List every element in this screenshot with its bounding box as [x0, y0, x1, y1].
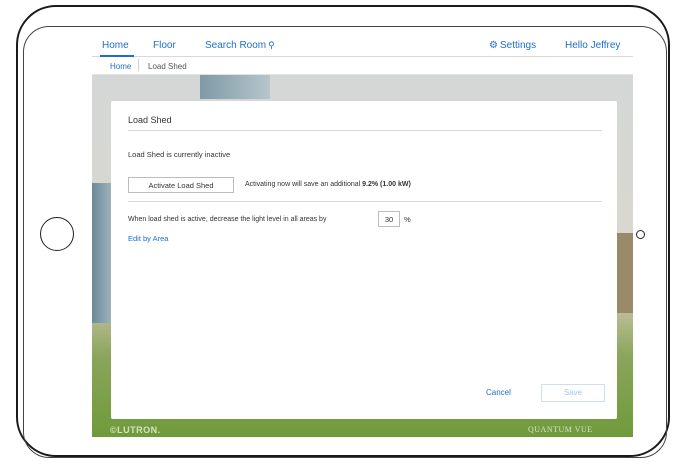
nav-settings[interactable]: ⚙ Settings [489, 40, 536, 51]
lutron-logo: ©LUTRON. [110, 425, 161, 435]
load-shed-panel: Load Shed Load Shed is currently inactiv… [111, 101, 617, 419]
breadcrumb-home[interactable]: Home [110, 62, 131, 71]
load-shed-status: Load Shed is currently inactive [128, 150, 231, 159]
savings-note: Activating now will save an additional 9… [245, 181, 411, 188]
divider [128, 130, 602, 131]
cancel-button[interactable]: Cancel [486, 388, 511, 397]
savings-note-text: Activating now will save an additional [245, 181, 361, 188]
search-icon: ⚲ [268, 40, 275, 50]
quantum-vue-logo: QUANTUM VUE [528, 425, 593, 434]
savings-value: 9.2% (1.00 kW) [362, 181, 411, 188]
tablet-home-button[interactable] [40, 217, 74, 251]
percent-unit: % [404, 215, 411, 224]
nav-home[interactable]: Home [102, 40, 129, 51]
nav-search-room[interactable]: Search Room ⚲ [205, 40, 275, 51]
top-navigation: Home Floor Search Room ⚲ ⚙ Settings Hello … [92, 33, 633, 57]
decrease-level-label: When load shed is active, decrease the l… [128, 216, 327, 223]
divider [128, 201, 602, 202]
tablet-camera [636, 230, 645, 239]
save-button[interactable]: Save [541, 384, 605, 402]
breadcrumb: Home Load Shed [92, 57, 633, 75]
nav-floor[interactable]: Floor [153, 40, 176, 51]
user-greeting[interactable]: Hello Jeffrey [565, 40, 620, 51]
nav-settings-label: Settings [499, 40, 537, 51]
background-building [200, 75, 270, 99]
breadcrumb-current: Load Shed [148, 62, 187, 71]
background-building [616, 233, 633, 313]
app-screen: Home Floor Search Room ⚲ ⚙ Settings Hello … [92, 33, 633, 437]
breadcrumb-separator [138, 59, 139, 71]
panel-title: Load Shed [128, 115, 172, 125]
decrease-percent-input[interactable] [378, 211, 400, 227]
gear-icon: ⚙ [489, 40, 498, 51]
edit-by-area-link[interactable]: Edit by Area [128, 234, 168, 243]
activate-load-shed-button[interactable]: Activate Load Shed [128, 177, 234, 193]
nav-search-room-label: Search Room [205, 40, 267, 51]
